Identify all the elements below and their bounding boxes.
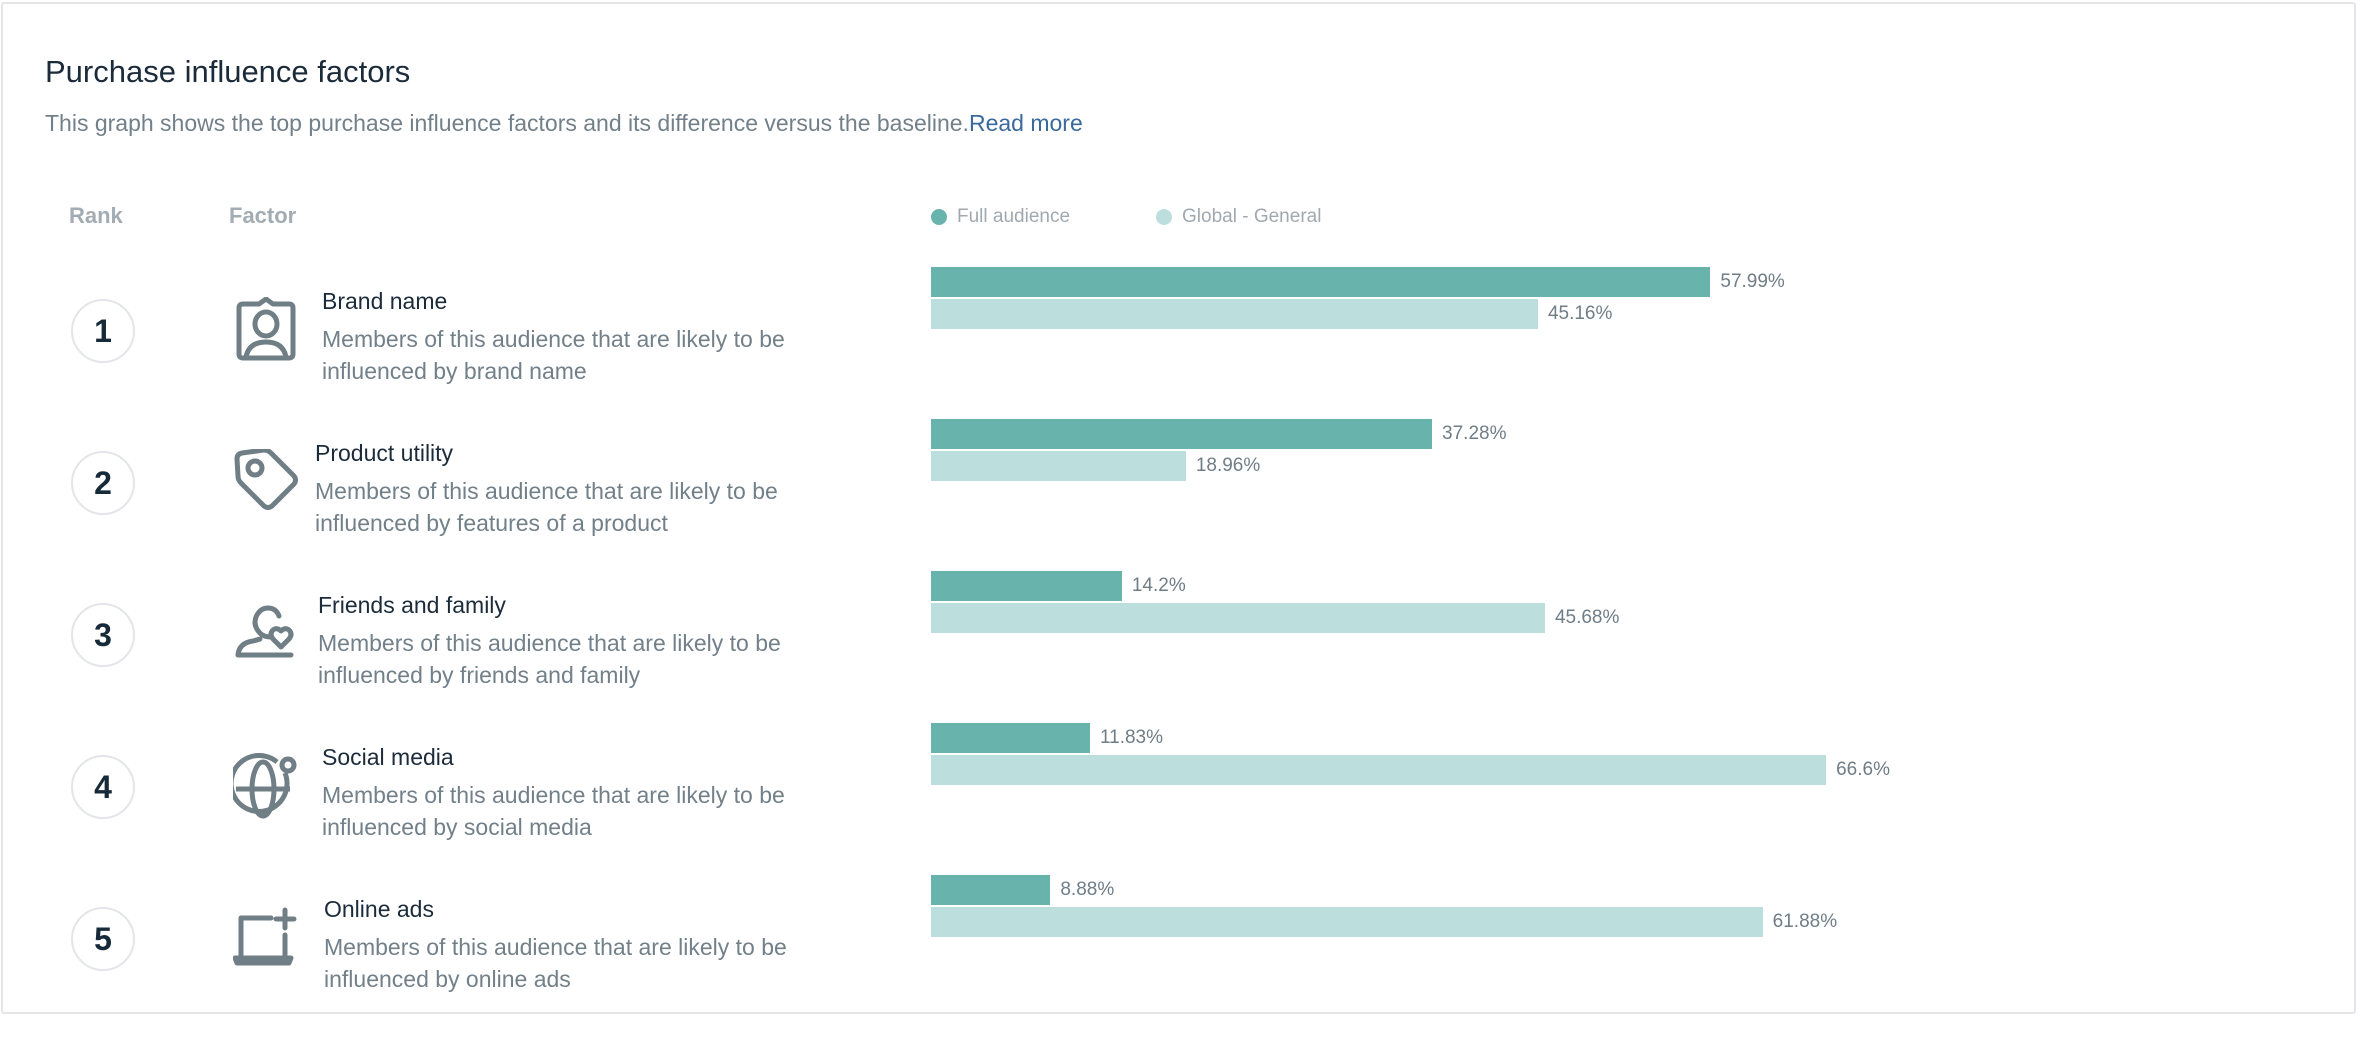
legend-label: Full audience (957, 206, 1071, 227)
subtitle-text: This graph shows the top purchase influe… (45, 110, 969, 136)
factor-text: Social media Members of this audience th… (322, 741, 842, 843)
id-badge-icon (236, 297, 296, 361)
factor-description: Members of this audience that are likely… (322, 326, 785, 384)
bar-global-general (931, 451, 1186, 481)
factor-name: Product utility (315, 440, 454, 466)
bar-full-audience (931, 723, 1090, 753)
bar-group: 8.88% 61.88% (931, 875, 2331, 945)
laptop-plus-icon (233, 907, 297, 966)
legend-swatch-global-general (1156, 209, 1173, 225)
bar-group: 11.83% 66.6% (931, 723, 2331, 793)
bar-global-general (931, 299, 1538, 329)
value-label-full-audience: 11.83% (1099, 727, 1164, 748)
legend-swatch-full-audience (931, 209, 947, 225)
factor-name: Online ads (324, 896, 434, 922)
value-label-global-general: 18.96% (1195, 455, 1261, 476)
value-label-full-audience: 57.99% (1720, 271, 1785, 292)
value-label-full-audience: 37.28% (1442, 423, 1507, 444)
value-label-full-audience: 14.2% (1131, 575, 1186, 596)
factor-text: Friends and family Members of this audie… (318, 589, 838, 691)
chart-legend: Full audience Global - General (931, 206, 1407, 228)
legend-label: Global - General (1182, 206, 1322, 227)
factor-text: Online ads Members of this audience that… (324, 893, 844, 995)
factor-row: 5 Online ads Members of this audience th… (3, 875, 2360, 1059)
rank-badge: 1 (71, 299, 135, 363)
value-label-global-general: 66.6% (1836, 759, 1890, 780)
bar-full-audience (931, 267, 1711, 297)
factor-text: Brand name Members of this audience that… (322, 285, 842, 387)
factor-description: Members of this audience that are likely… (322, 782, 785, 840)
factor-name: Brand name (322, 288, 448, 314)
bar-global-general (931, 755, 1827, 785)
globe-notification-icon (233, 753, 297, 819)
read-more-link[interactable]: Read more (969, 110, 1083, 136)
card-subtitle: This graph shows the top purchase influe… (45, 110, 1083, 137)
bar-group: 37.28% 18.96% (931, 419, 2331, 489)
factor-description: Members of this audience that are likely… (324, 934, 787, 992)
rank-badge: 3 (71, 603, 135, 667)
legend-item-full-audience: Full audience (931, 206, 1070, 228)
rank-badge: 4 (71, 755, 135, 819)
factor-column-header: Factor (229, 203, 297, 228)
card-title: Purchase influence factors (45, 54, 411, 89)
factor-name: Friends and family (318, 592, 506, 618)
value-label-global-general: 45.68% (1554, 607, 1620, 628)
value-label-global-general: 45.16% (1547, 303, 1613, 324)
purchase-influence-card: Purchase influence factors This graph sh… (1, 2, 2356, 1014)
factor-name: Social media (322, 744, 454, 770)
value-label-full-audience: 8.88% (1060, 879, 1115, 900)
bar-full-audience (931, 571, 1122, 601)
value-label-global-general: 61.88% (1772, 911, 1838, 932)
factor-text: Product utility Members of this audience… (315, 437, 835, 539)
price-tag-icon (234, 449, 298, 510)
rank-column-header: Rank (69, 203, 123, 228)
person-heart-icon (235, 605, 294, 658)
rank-badge: 5 (71, 907, 135, 971)
bar-group: 57.99% 45.16% (931, 267, 2331, 337)
bar-global-general (931, 603, 1545, 633)
legend-item-global-general: Global - General (1156, 206, 1321, 228)
bar-full-audience (931, 875, 1051, 905)
bar-global-general (931, 907, 1763, 937)
rank-badge: 2 (71, 451, 135, 515)
factor-description: Members of this audience that are likely… (318, 630, 781, 688)
bar-full-audience (931, 419, 1433, 449)
factor-description: Members of this audience that are likely… (315, 478, 778, 536)
bar-group: 14.2% 45.68% (931, 571, 2331, 641)
